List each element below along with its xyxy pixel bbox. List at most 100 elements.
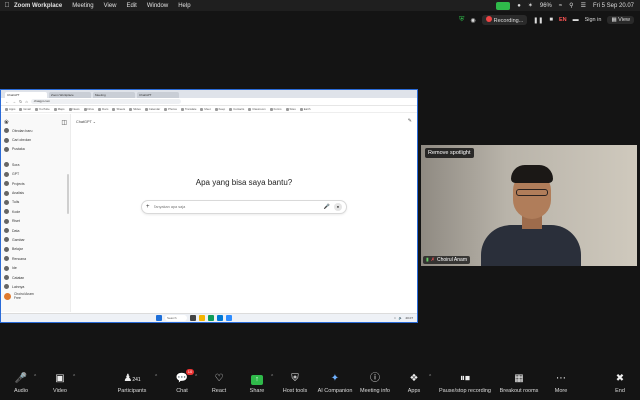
sidebar-item[interactable]: Projects [4,179,67,188]
menu-view[interactable]: View [104,3,117,9]
edge-icon[interactable] [217,315,223,321]
back-icon[interactable]: ← [5,99,9,104]
prompt-input[interactable] [153,205,320,209]
menu-meeting[interactable]: Meeting [72,3,93,9]
bookmark-item[interactable]: Forms [269,107,282,111]
sidebar-top-item[interactable]: Obrolan baru [4,126,67,135]
browser-tab-1[interactable]: ChatGPT [5,92,47,98]
home-icon[interactable]: ⌂ [25,99,27,104]
bookmark-item[interactable]: Sheets [112,107,125,111]
browser-tab-4[interactable]: ChatGPT [137,92,179,98]
battery-label[interactable]: 96% [540,3,552,9]
sidebar-toggle-icon[interactable]: ◫ [61,119,67,126]
bookmark-item[interactable]: Classroom [248,107,266,111]
menu-app-name[interactable]: Zoom Workplace [14,3,62,9]
stop-icon[interactable]: ■ [549,17,553,23]
sidebar-item[interactable]: Belajar [4,245,67,254]
reload-icon[interactable]: ↻ [19,99,22,104]
recording-indicator[interactable]: Recording... [481,15,528,25]
pause-recording-button[interactable]: ⏸⏹ Pause/stop recording [439,372,491,394]
sidebar-item[interactable]: Rencana [4,254,67,263]
clock[interactable]: Fri 5 Sep 20.07 [593,3,634,9]
wifi-icon[interactable]: ≈ [559,3,562,9]
view-button[interactable]: ▦ View [607,16,634,24]
sidebar-item[interactable]: Lainnya [4,282,67,291]
bookmark-item[interactable]: Translate [180,107,196,111]
voice-mode-icon[interactable]: ● [334,203,342,211]
bookmark-item[interactable]: Maps [53,107,65,111]
sidebar-item[interactable]: Ide [4,263,67,272]
more-button[interactable]: ⋯ More [538,372,584,394]
file-explorer-icon[interactable] [199,315,205,321]
mic-status-icon[interactable]: ● [517,3,521,9]
menu-edit[interactable]: Edit [127,3,137,9]
forward-icon[interactable]: → [12,99,16,104]
search-icon[interactable]: ⚲ [569,2,573,9]
bookmark-item[interactable]: Drive [83,107,94,111]
tray-time[interactable]: 20.07 [405,316,413,320]
bookmark-item[interactable]: News [68,107,80,111]
bookmark-item[interactable]: Sites [285,107,296,111]
windows-start-icon[interactable] [156,315,162,321]
minimize-icon[interactable]: ▬ [573,17,579,23]
model-selector[interactable]: ChatGPT ⌄ [76,119,96,124]
sign-in-button[interactable]: Sign in [585,17,602,23]
plus-icon[interactable]: + [146,204,150,210]
security-shield-icon[interactable]: ⛨ [459,16,464,24]
sidebar-top-item[interactable]: Pustaka [4,145,67,154]
new-chat-icon[interactable]: ✎ [408,118,412,124]
zoom-app-icon[interactable] [226,315,232,321]
url-field[interactable]: chatgpt.com [30,99,181,104]
sidebar-scrollbar[interactable] [67,174,69,214]
bookmark-item[interactable]: Calendar [144,107,160,111]
breakout-rooms-button[interactable]: ▦ Breakout rooms [496,372,542,394]
sidebar-item[interactable]: GPT [4,170,67,179]
sidebar-item[interactable]: Riset [4,217,67,226]
bookmark-item[interactable]: YouTube [34,107,50,111]
participants-button[interactable]: ♟241 Participants [109,372,155,394]
bookmark-item[interactable]: Meet [200,107,211,111]
browser-tab-3[interactable]: Meeting [93,92,135,98]
menu-help[interactable]: Help [178,3,190,9]
remove-spotlight-button[interactable]: Remove spotlight [425,148,474,158]
menu-window[interactable]: Window [147,3,168,9]
bookmark-item[interactable]: Photos [164,107,177,111]
sidebar-user[interactable]: Choirul Anam Free [4,292,34,300]
video-caret-icon[interactable]: ⌃ [72,374,76,380]
sidebar-item[interactable]: Kode [4,207,67,216]
tray-network-icon[interactable]: ≈ [394,316,396,320]
sidebar-item[interactable]: Gambar [4,235,67,244]
bookmark-item[interactable]: Slides [129,107,141,111]
bluetooth-icon[interactable]: ✶ [528,2,533,9]
sidebar-item[interactable]: Analisis [4,188,67,197]
openai-logo-icon[interactable]: ❀ [4,119,9,126]
control-center-icon[interactable]: ☰ [581,2,586,9]
chrome-icon[interactable] [208,315,214,321]
bookmark-item[interactable]: Contacts [229,107,244,111]
prompt-box[interactable]: + 🎤 ● [141,200,347,214]
end-button[interactable]: ✖ End [597,372,640,394]
zoom-status-icon[interactable] [496,1,511,10]
task-view-icon[interactable] [190,315,196,321]
bookmark-item[interactable]: Apps [5,107,15,111]
pause-icon[interactable]: ❚❚ [533,17,543,24]
bookmark-item[interactable]: Docs [98,107,108,111]
sidebar-item[interactable]: Data [4,226,67,235]
caption-icon[interactable]: ◉ [470,17,475,24]
taskbar-search[interactable]: Search [165,315,187,321]
apple-icon[interactable]:  [0,2,14,9]
participants-caret-icon[interactable]: ⌃ [154,374,158,380]
browser-tab-2[interactable]: Zoom Workplace [49,92,91,98]
apps-caret-icon[interactable]: ⌃ [428,374,432,380]
bookmark-item[interactable]: Earth [299,107,310,111]
sidebar-item[interactable]: Sora [4,160,67,169]
sidebar-item[interactable]: Catatan [4,273,67,282]
bookmark-item[interactable]: Gmail [19,107,31,111]
sidebar-top-item[interactable]: Cari obrolan [4,135,67,144]
participant-video-tile[interactable]: Remove spotlight ▮ ✗ Choirul Anam [421,145,637,266]
sidebar-item[interactable]: Tulis [4,198,67,207]
microphone-icon[interactable]: 🎤 [324,204,330,210]
language-badge[interactable]: EN [559,17,567,23]
tray-volume-icon[interactable]: 🔈 [399,316,403,320]
bookmark-item[interactable]: Keep [214,107,225,111]
